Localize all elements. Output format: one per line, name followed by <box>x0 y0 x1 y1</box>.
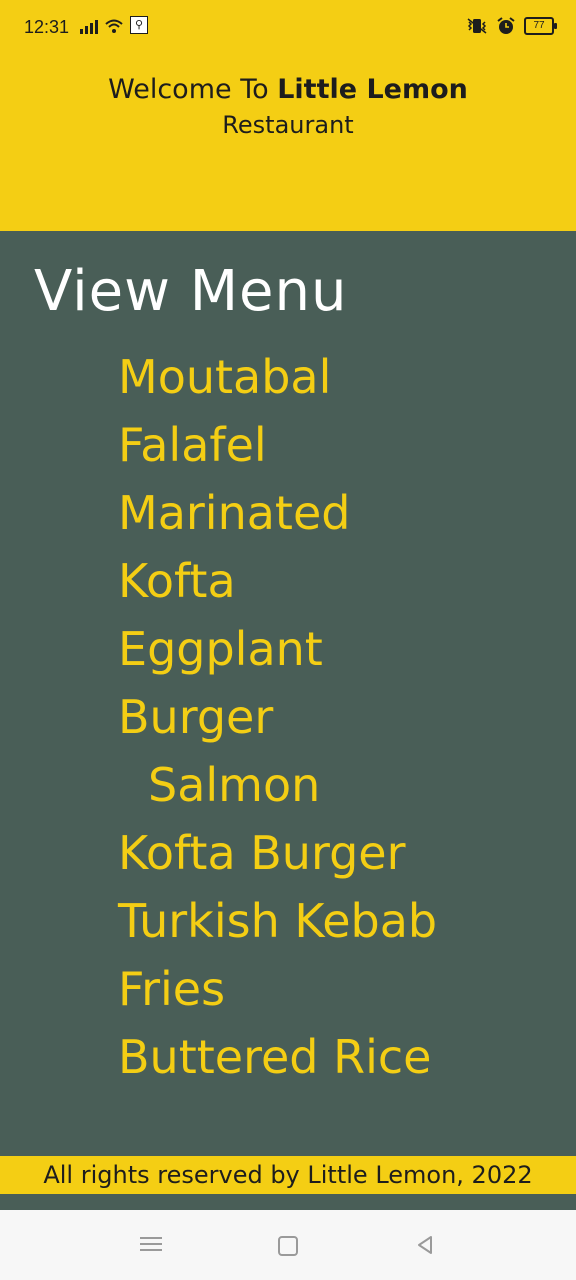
menu-item[interactable]: Kofta Burger <box>118 819 437 887</box>
menu-item[interactable]: Falafel <box>118 411 437 479</box>
menu-item[interactable]: Fries <box>118 955 437 1023</box>
menu-item[interactable]: Burger <box>118 683 437 751</box>
brand-name: Little Lemon <box>277 74 468 105</box>
menu-item[interactable]: Buttered Rice <box>118 1023 437 1091</box>
header: Welcome To Little Lemon Restaurant <box>0 56 576 231</box>
usb-icon: ⚲ <box>130 16 148 34</box>
menu-title: View Menu <box>34 259 348 324</box>
menu-icon[interactable] <box>140 1234 162 1256</box>
status-bar: 12:31 ⚲ 77 <box>0 0 576 56</box>
menu-item[interactable]: Turkish Kebab <box>118 887 437 955</box>
battery-icon: 77 <box>524 17 557 35</box>
wifi-icon <box>105 19 123 33</box>
footer-copyright: All rights reserved by Little Lemon, 202… <box>0 1156 576 1194</box>
menu-item[interactable]: Marinated <box>118 479 437 547</box>
vibrate-icon <box>467 18 487 34</box>
alarm-icon <box>497 17 515 34</box>
status-left-icons: ⚲ <box>80 16 148 34</box>
footer-strip <box>0 1194 576 1210</box>
signal-icon <box>80 18 98 34</box>
menu-item[interactable]: Salmon <box>118 751 437 819</box>
menu-list[interactable]: Moutabal Falafel Marinated Kofta Eggplan… <box>118 343 437 1091</box>
welcome-prefix: Welcome To <box>108 74 269 105</box>
menu-item[interactable]: Kofta <box>118 547 437 615</box>
menu-item[interactable]: Moutabal <box>118 343 437 411</box>
back-icon[interactable] <box>414 1234 436 1256</box>
home-icon[interactable] <box>278 1236 298 1256</box>
status-time: 12:31 <box>24 17 70 37</box>
menu-item[interactable]: Eggplant <box>118 615 437 683</box>
welcome-subtitle: Restaurant <box>222 111 354 139</box>
navigation-bar <box>0 1210 576 1280</box>
welcome-heading: Welcome To Little Lemon <box>0 74 576 105</box>
menu-section[interactable]: View Menu Moutabal Falafel Marinated Kof… <box>0 231 576 1156</box>
status-right-icons: 77 <box>466 16 557 36</box>
